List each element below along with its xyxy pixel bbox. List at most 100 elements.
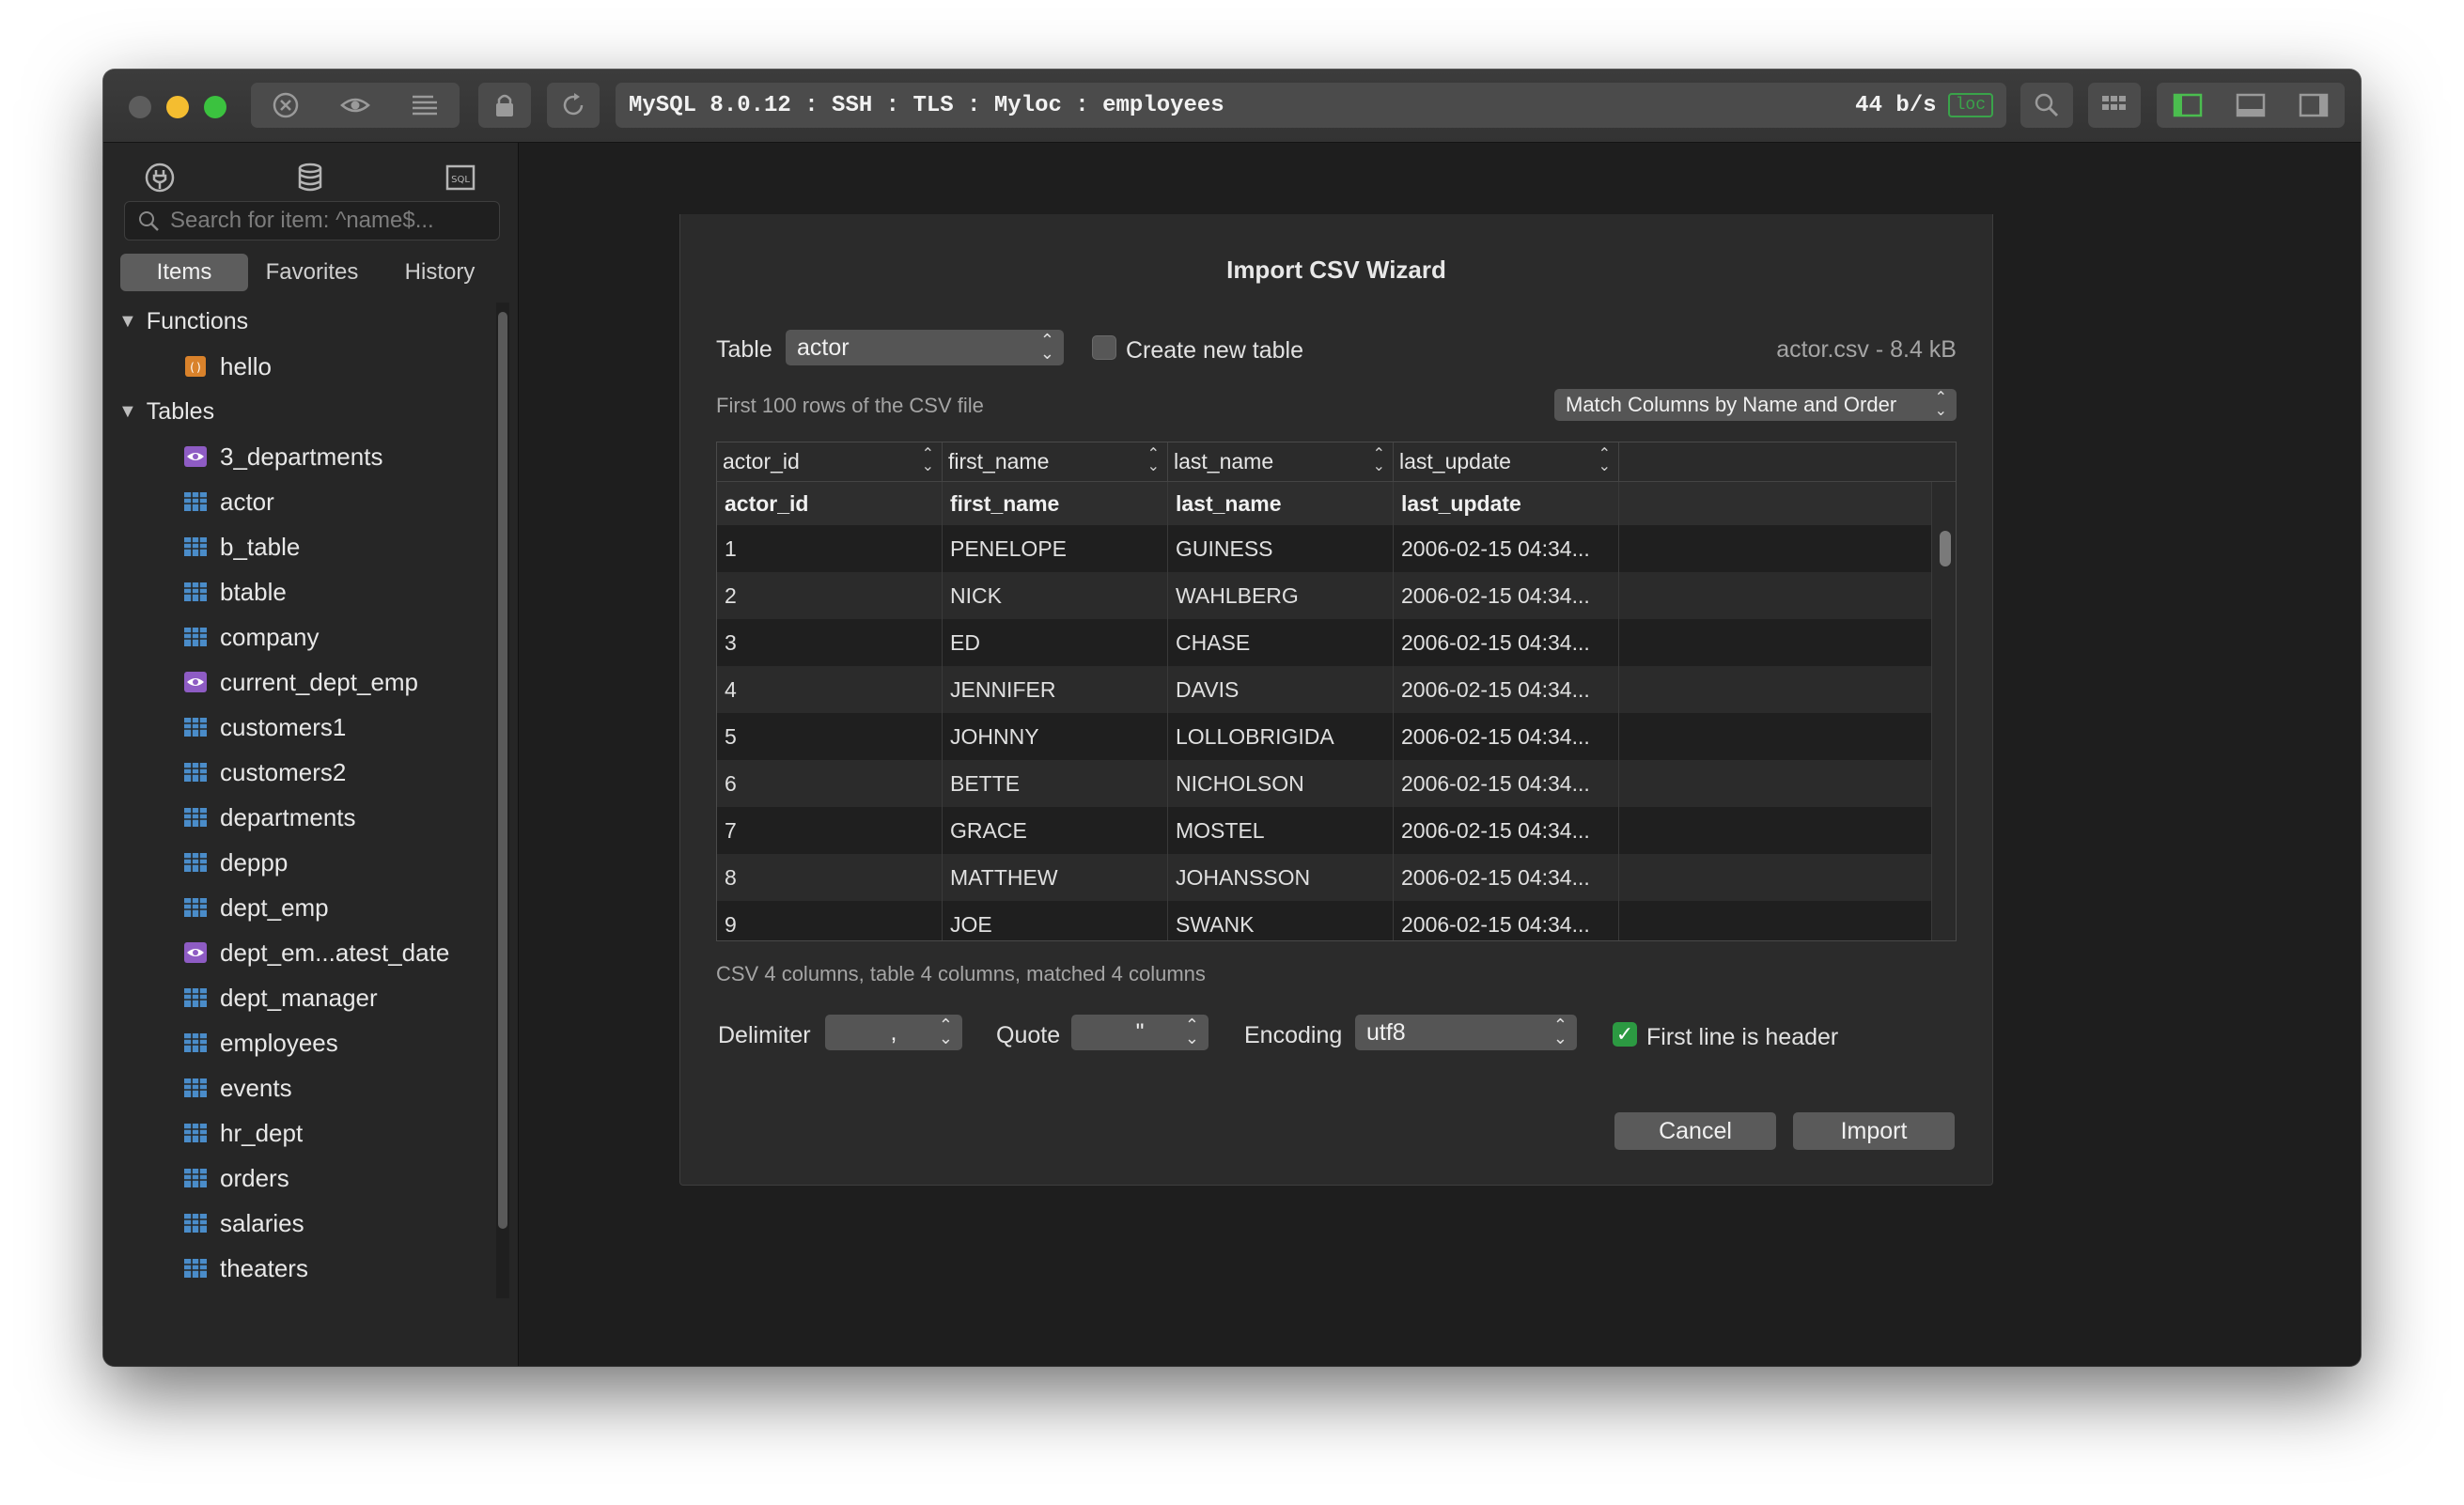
app-window: MySQL 8.0.12 : SSH : TLS : Myloc : emplo… [103, 70, 2361, 1366]
table-row[interactable]: 1 PENELOPE GUINESS 2006-02-15 04:34... [717, 525, 1956, 572]
updown-chevron-icon: ⌃ ⌄ [921, 446, 934, 474]
first-line-header-checkbox[interactable]: ✓ [1613, 1022, 1637, 1047]
sidebar-item-current-dept-emp[interactable]: current_dept_emp [103, 659, 489, 705]
grid-button[interactable] [2088, 83, 2141, 128]
sidebar-search-input[interactable]: Search for item: ^name$... [124, 201, 500, 240]
table-row[interactable]: 8 MATTHEW JOHANSSON 2006-02-15 04:34... [717, 854, 1956, 901]
refresh-button[interactable] [547, 83, 600, 128]
sidebar-item-deppp[interactable]: deppp [103, 840, 489, 885]
sidebar-item-salaries[interactable]: salaries [103, 1201, 489, 1246]
sidebar-item-employees[interactable]: employees [103, 1020, 489, 1065]
encoding-select[interactable]: utf8 ⌃ ⌄ [1355, 1015, 1577, 1050]
preview-caption: First 100 rows of the CSV file [716, 394, 984, 417]
table-cell: MOSTEL [1168, 807, 1394, 854]
updown-chevron-icon: ⌃ ⌄ [1934, 390, 1947, 419]
sidebar-item-theaters[interactable]: theaters [103, 1246, 489, 1291]
close-window-button[interactable] [129, 96, 151, 118]
table-row[interactable]: 6 BETTE NICHOLSON 2006-02-15 04:34... [717, 760, 1956, 807]
sidebar-item-b-table[interactable]: b_table [103, 524, 489, 569]
svg-text:SQL: SQL [451, 175, 470, 185]
table-row[interactable]: 5 JOHNNY LOLLOBRIGIDA 2006-02-15 04:34... [717, 713, 1956, 760]
mapping-value: last_name [1174, 449, 1274, 473]
database-icon[interactable] [282, 154, 338, 201]
tree-group-functions[interactable]: ▼ Functions [103, 299, 489, 344]
bottom-panel-icon[interactable] [2222, 83, 2279, 128]
sidebar-item-dept-emp[interactable]: dept_emp [103, 885, 489, 930]
left-panel-icon[interactable] [2160, 83, 2216, 128]
tree-item-label: hello [220, 351, 272, 380]
csv-header-row: actor_id first_name last_name last_updat… [717, 482, 1956, 525]
tree-item-label: dept_em...atest_date [220, 938, 450, 967]
connection-plug-icon[interactable] [132, 154, 188, 201]
quote-label: Quote [996, 1022, 1061, 1048]
sidebar-item-hr-dept[interactable]: hr_dept [103, 1110, 489, 1156]
tree-group-label: Functions [146, 307, 249, 334]
eye-icon[interactable] [327, 83, 383, 128]
sidebar-item-3-departments[interactable]: 3_departments [103, 434, 489, 479]
column-mapping-select[interactable]: actor_id ⌃ ⌄ [717, 442, 943, 481]
tree-item-label: events [220, 1073, 292, 1102]
sidebar-scrollbar[interactable] [496, 303, 509, 1298]
search-button[interactable] [2020, 83, 2073, 128]
table-select[interactable]: actor ⌃ ⌄ [786, 330, 1064, 365]
preview-scrollbar[interactable] [1931, 482, 1956, 940]
sidebar-item-departments[interactable]: departments [103, 795, 489, 840]
sidebar-item-actor[interactable]: actor [103, 479, 489, 524]
right-panel-icon[interactable] [2285, 83, 2342, 128]
table-list: 3_departments actor b_table btable company cu… [103, 434, 489, 1291]
tab-history[interactable]: History [376, 254, 504, 291]
table-icon [182, 759, 209, 785]
list-icon[interactable] [397, 83, 453, 128]
table-row[interactable]: 2 NICK WAHLBERG 2006-02-15 04:34... [717, 572, 1956, 619]
sidebar-item-customers2[interactable]: customers2 [103, 750, 489, 795]
encoding-label: Encoding [1244, 1022, 1343, 1048]
sidebar-item-dept-em-atest-date[interactable]: dept_em...atest_date [103, 930, 489, 975]
tab-favorites[interactable]: Favorites [248, 254, 376, 291]
column-mapping-select[interactable]: last_name ⌃ ⌄ [1168, 442, 1394, 481]
updown-chevron-icon: ⌃ ⌄ [1372, 446, 1385, 474]
table-icon [182, 714, 209, 740]
table-icon [182, 579, 209, 605]
table-row[interactable]: 9 JOE SWANK 2006-02-15 04:34... [717, 901, 1956, 940]
sidebar-scroll-thumb[interactable] [498, 312, 507, 1229]
sidebar-item-dept-manager[interactable]: dept_manager [103, 975, 489, 1020]
sidebar-item-btable[interactable]: btable [103, 569, 489, 614]
quote-select[interactable]: " ⌃ ⌄ [1071, 1015, 1209, 1050]
minimize-window-button[interactable] [166, 96, 189, 118]
lock-button[interactable] [478, 83, 531, 128]
table-cell: 2 [717, 572, 943, 619]
disclosure-triangle-icon[interactable]: ▼ [118, 401, 137, 423]
updown-chevron-icon: ⌃ ⌄ [938, 1016, 953, 1047]
updown-chevron-icon: ⌃ ⌄ [1598, 446, 1611, 474]
column-mapping-select[interactable]: last_update ⌃ ⌄ [1394, 442, 1619, 481]
preview-scroll-thumb[interactable] [1940, 531, 1951, 566]
tab-items[interactable]: Items [120, 254, 248, 291]
sidebar-item-company[interactable]: company [103, 614, 489, 659]
disclosure-triangle-icon[interactable]: ▼ [118, 311, 137, 333]
table-cell: JOHNNY [943, 713, 1168, 760]
tree-item-function[interactable]: () hello [103, 344, 489, 389]
table-row[interactable]: 3 ED CHASE 2006-02-15 04:34... [717, 619, 1956, 666]
sidebar-item-events[interactable]: events [103, 1065, 489, 1110]
match-mode-select[interactable]: Match Columns by Name and Order ⌃ ⌄ [1554, 389, 1957, 421]
table-cell: ED [943, 619, 1168, 666]
import-button[interactable]: Import [1793, 1112, 1955, 1150]
tree-group-tables[interactable]: ▼ Tables [103, 389, 489, 434]
cancel-button[interactable]: Cancel [1614, 1112, 1776, 1150]
stop-icon[interactable] [257, 83, 314, 128]
maximize-window-button[interactable] [204, 96, 226, 118]
sidebar-item-orders[interactable]: orders [103, 1156, 489, 1201]
updown-chevron-icon: ⌃ ⌄ [1146, 446, 1160, 474]
create-new-table-label: Create new table [1126, 337, 1304, 364]
create-new-table-checkbox[interactable] [1092, 335, 1116, 360]
sidebar-item-customers1[interactable]: customers1 [103, 705, 489, 750]
sql-icon[interactable]: SQL [432, 154, 489, 201]
title-bar: MySQL 8.0.12 : SSH : TLS : Myloc : emplo… [103, 70, 2361, 143]
delimiter-select[interactable]: , ⌃ ⌄ [825, 1015, 962, 1050]
table-row[interactable]: 4 JENNIFER DAVIS 2006-02-15 04:34... [717, 666, 1956, 713]
function-icon: () [182, 353, 209, 380]
lock-icon [478, 83, 531, 128]
transfer-rate: 44 b/s [1855, 92, 1937, 118]
table-row[interactable]: 7 GRACE MOSTEL 2006-02-15 04:34... [717, 807, 1956, 854]
column-mapping-select[interactable]: first_name ⌃ ⌄ [943, 442, 1168, 481]
